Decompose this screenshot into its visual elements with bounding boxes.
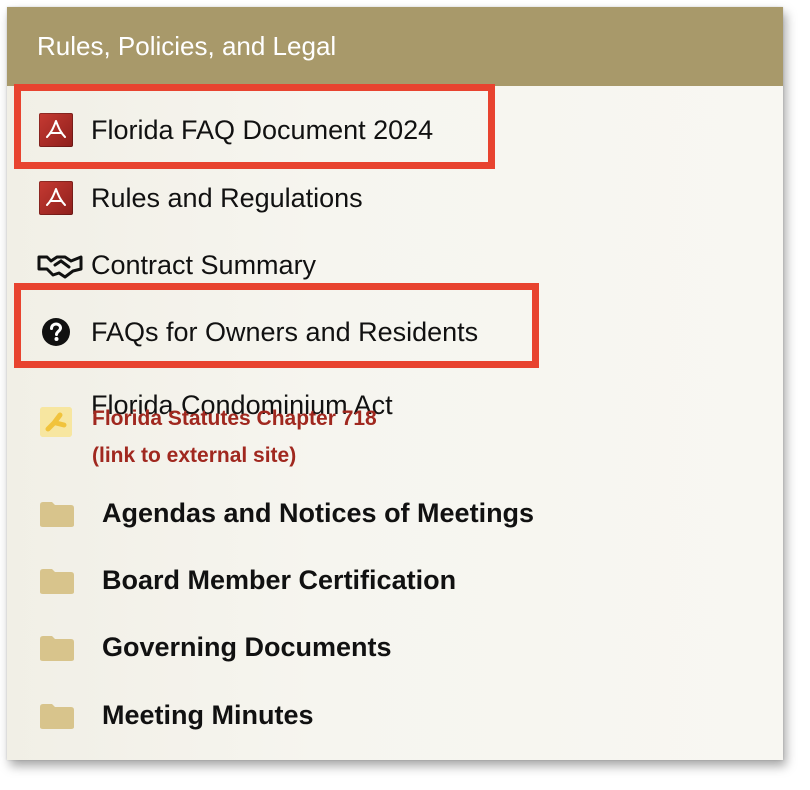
question-circle-icon	[37, 313, 75, 351]
folder-icon	[40, 568, 74, 594]
link-florida-faq-document-2024[interactable]: Florida FAQ Document 2024	[37, 111, 433, 149]
rules-policies-legal-panel: Rules, Policies, and Legal Florida FAQ D…	[7, 7, 783, 760]
item-label: Contract Summary	[91, 250, 317, 280]
pdf-icon	[37, 111, 75, 149]
folder-label: Governing Documents	[102, 632, 392, 662]
folder-label: Board Member Certification	[102, 565, 457, 595]
link-rules-and-regulations[interactable]: Rules and Regulations	[37, 179, 363, 217]
folder-label: Meeting Minutes	[102, 700, 314, 730]
link-external-site[interactable]: (link to external site)	[92, 443, 296, 469]
item-label: Rules and Regulations	[91, 183, 363, 213]
link-contract-summary[interactable]: Contract Summary	[37, 246, 316, 284]
folder-icon	[40, 635, 74, 661]
panel-header: Rules, Policies, and Legal	[7, 7, 783, 86]
folder-meeting-minutes[interactable]: Meeting Minutes	[39, 700, 314, 731]
folder-board-member-certification[interactable]: Board Member Certification	[39, 565, 456, 596]
folder-icon	[40, 703, 74, 729]
folder-icon	[40, 501, 74, 527]
pdf-icon	[37, 179, 75, 217]
link-faqs-owners-residents[interactable]: FAQs for Owners and Residents	[37, 313, 478, 351]
handshake-icon	[37, 246, 83, 284]
item-label: FAQs for Owners and Residents	[91, 317, 479, 347]
folder-governing-documents[interactable]: Governing Documents	[39, 632, 392, 663]
sun-icon	[37, 403, 75, 441]
folder-label: Agendas and Notices of Meetings	[102, 498, 535, 528]
link-florida-statutes-chapter-718[interactable]: Florida Statutes Chapter 718	[92, 406, 377, 432]
panel-title: Rules, Policies, and Legal	[37, 31, 337, 61]
folder-agendas-notices[interactable]: Agendas and Notices of Meetings	[39, 498, 534, 529]
item-label: Florida FAQ Document 2024	[91, 115, 434, 145]
